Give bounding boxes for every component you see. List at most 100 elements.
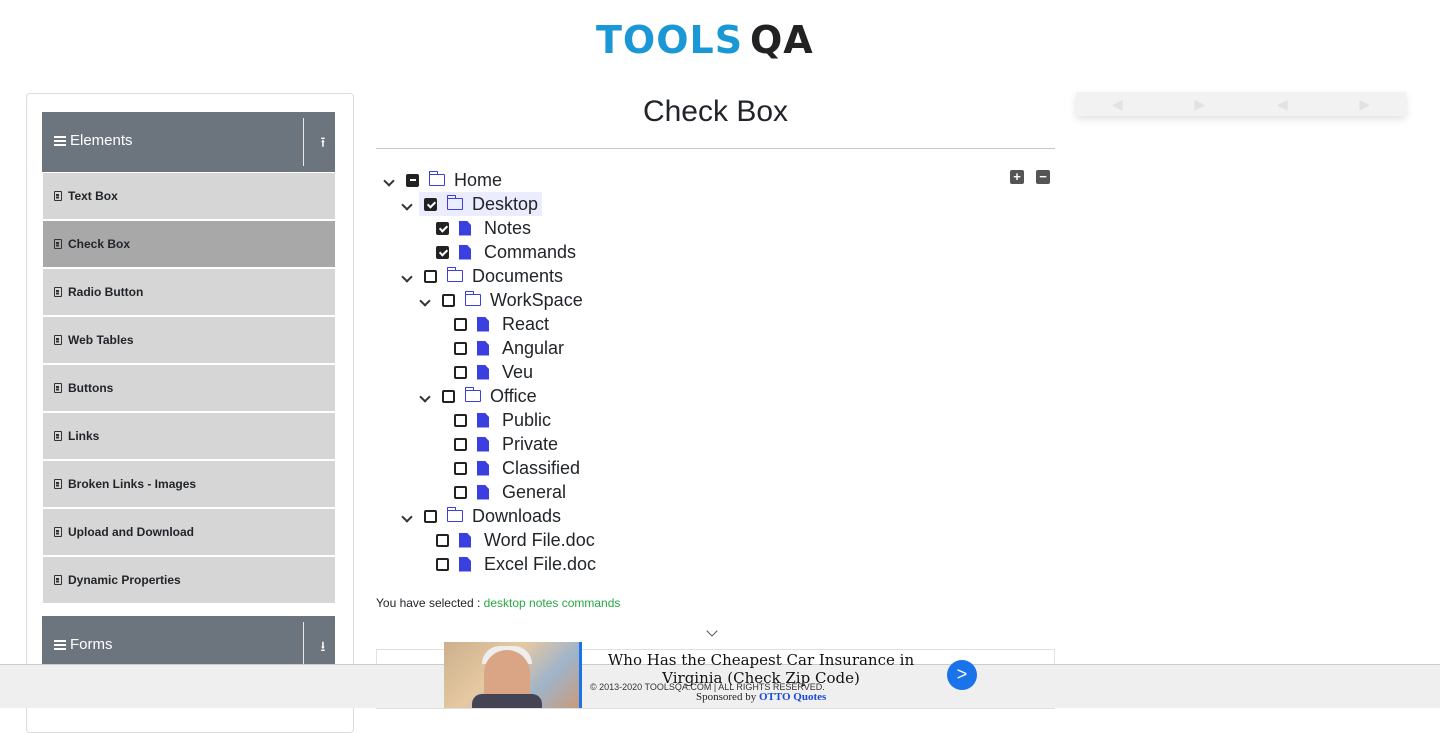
folder-icon	[446, 267, 463, 282]
document-icon	[54, 335, 62, 345]
menu-item-label: Buttons	[68, 381, 114, 395]
tree-node-label[interactable]: General	[502, 480, 566, 504]
checkbox-public[interactable]	[454, 413, 467, 427]
file-icon	[459, 244, 471, 260]
tree-node-label[interactable]: Desktop	[472, 192, 538, 216]
toolsqa-logo[interactable]: TOOLS QA	[596, 12, 840, 68]
chevron-down-icon[interactable]	[398, 269, 416, 284]
tree-node-notes: Notes	[436, 216, 531, 240]
tree-node-label[interactable]: Commands	[484, 240, 576, 264]
menu-item-label: Upload and Download	[68, 525, 194, 539]
tree-node-label[interactable]: Public	[502, 408, 551, 432]
menu-item-links[interactable]: Links	[43, 413, 335, 459]
checkbox-private[interactable]	[454, 437, 467, 451]
checkbox-veu[interactable]	[454, 365, 467, 379]
title-divider	[376, 148, 1055, 149]
tree-node-label[interactable]: Downloads	[472, 504, 561, 528]
file-icon	[477, 412, 489, 428]
tree-node-label[interactable]: Notes	[484, 216, 531, 240]
menu-item-text-box[interactable]: Text Box	[43, 173, 335, 219]
tree-node-label[interactable]: Veu	[502, 360, 533, 384]
ad-sponsor-line: Sponsored by OTTO Quotes	[696, 691, 826, 703]
tree-node-label[interactable]: WorkSpace	[490, 288, 583, 312]
menu-item-radio-button[interactable]: Radio Button	[43, 269, 335, 315]
menu-item-broken-links[interactable]: Broken Links - Images	[43, 461, 335, 507]
checkbox-react[interactable]	[454, 317, 467, 331]
tree-node-label[interactable]: Classified	[502, 456, 580, 480]
tree-node-veu: Veu	[454, 360, 533, 384]
ad-image[interactable]	[444, 642, 580, 708]
menu-item-upload-download[interactable]: Upload and Download	[43, 509, 335, 555]
arrow-right-icon: ▶	[1194, 95, 1206, 112]
menu-icon	[54, 134, 66, 148]
tree-node-label[interactable]: Documents	[472, 264, 563, 288]
tree-node-workspace: WorkSpace	[416, 288, 583, 312]
menu-item-dynamic-properties[interactable]: Dynamic Properties	[43, 557, 335, 603]
ad-accent-bar	[579, 642, 582, 708]
tree-node-label[interactable]: Home	[454, 168, 502, 192]
tree-node-label[interactable]: React	[502, 312, 549, 336]
checkbox-notes[interactable]	[436, 221, 449, 235]
chevron-down-icon[interactable]	[380, 173, 398, 188]
checkbox-workspace[interactable]	[442, 293, 455, 307]
checkbox-home[interactable]	[406, 173, 419, 187]
menu-item-web-tables[interactable]: Web Tables	[43, 317, 335, 363]
checkbox-office[interactable]	[442, 389, 455, 403]
elements-group-title: Elements	[54, 112, 133, 170]
menu-item-label: Web Tables	[68, 333, 134, 347]
file-icon	[477, 316, 489, 332]
checkbox-documents[interactable]	[424, 269, 437, 283]
checkbox-classified[interactable]	[454, 461, 467, 475]
ad-go-button[interactable]: >	[947, 660, 977, 690]
folder-icon	[428, 171, 445, 186]
checkbox-excel-file[interactable]	[436, 557, 449, 571]
checkbox-commands[interactable]	[436, 245, 449, 259]
collapse-all-button[interactable]: −	[1036, 170, 1050, 184]
menu-item-check-box[interactable]: Check Box	[43, 221, 335, 267]
chevron-down-icon[interactable]	[706, 625, 718, 637]
checkbox-general[interactable]	[454, 485, 467, 499]
ad-sponsor-link[interactable]: OTTO Quotes	[759, 691, 826, 703]
selection-values: desktop notes commands	[483, 596, 621, 610]
elements-group-header[interactable]: Elements ⭱	[42, 112, 335, 172]
tree-node-public: Public	[454, 408, 551, 432]
menu-item-buttons[interactable]: Buttons	[43, 365, 335, 411]
ad-headline[interactable]: Who Has the Cheapest Car Insurance in Vi…	[596, 651, 926, 687]
tree-node-label[interactable]: Excel File.doc	[484, 552, 596, 576]
right-ad-banner[interactable]: ◀ ▶ ◀ ▶	[1076, 92, 1406, 116]
chevron-down-icon[interactable]	[398, 197, 416, 212]
menu-item-label: Dynamic Properties	[68, 573, 181, 587]
folder-icon	[464, 387, 481, 402]
checkbox-angular[interactable]	[454, 341, 467, 355]
file-icon	[459, 556, 471, 572]
tree-node-label[interactable]: Angular	[502, 336, 564, 360]
menu-item-label: Check Box	[68, 237, 131, 251]
checkbox-downloads[interactable]	[424, 509, 437, 523]
menu-item-label: Broken Links - Images	[68, 477, 197, 491]
chevron-down-icon[interactable]	[416, 389, 434, 404]
chevron-down-icon[interactable]	[416, 293, 434, 308]
checkbox-desktop[interactable]	[424, 197, 437, 211]
document-icon	[54, 638, 66, 652]
tree-node-label[interactable]: Private	[502, 432, 558, 456]
chevron-down-icon[interactable]	[398, 509, 416, 524]
tree-node-desktop-wrap[interactable]: Desktop	[419, 192, 543, 216]
tree-actions: + −	[1010, 170, 1050, 184]
tree-node-word-file: Word File.doc	[436, 528, 595, 552]
expand-all-button[interactable]: +	[1010, 170, 1024, 184]
tree-node-excel-file: Excel File.doc	[436, 552, 596, 576]
document-icon	[54, 479, 62, 489]
tree-node-home: Home	[380, 168, 502, 192]
menu-item-label: Radio Button	[68, 285, 144, 299]
selection-prefix: You have selected :	[376, 596, 481, 610]
tree-node-general: General	[454, 480, 566, 504]
tree-node-label[interactable]: Office	[490, 384, 537, 408]
tree-node-office: Office	[416, 384, 537, 408]
arrow-left-icon: ◀	[1111, 95, 1123, 112]
tree-node-label[interactable]: Word File.doc	[484, 528, 595, 552]
checkbox-word-file[interactable]	[436, 533, 449, 547]
document-icon	[54, 191, 62, 201]
file-icon	[477, 484, 489, 500]
document-icon	[54, 575, 62, 585]
arrow-up-icon[interactable]: ⭱	[312, 112, 334, 172]
